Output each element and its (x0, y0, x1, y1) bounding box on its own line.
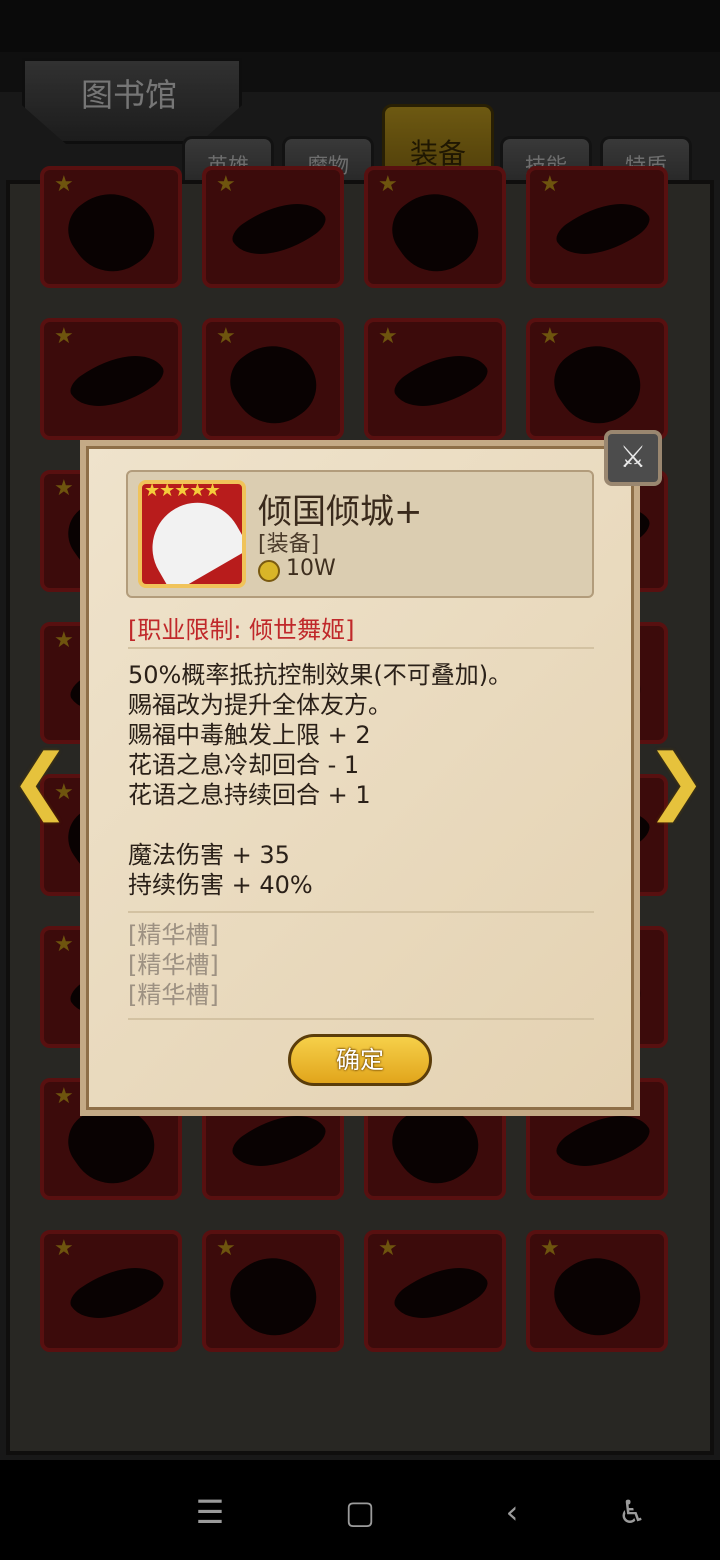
next-arrow-icon[interactable]: ❯ (646, 744, 706, 816)
essence-slot: [精华槽] (128, 921, 219, 949)
stat-line: 持续伤害 + 40% (128, 871, 313, 899)
effect-line: 赐福改为提升全体友方。 (128, 691, 392, 719)
coin-icon (258, 560, 280, 582)
confirm-button[interactable]: 确定 (288, 1034, 432, 1086)
prev-arrow-icon[interactable]: ❮ (10, 744, 70, 816)
back-icon[interactable]: ‹ (492, 1492, 532, 1532)
close-button[interactable]: ⚔ (604, 430, 662, 486)
stat-line: 魔法伤害 + 35 (128, 841, 290, 869)
item-type: [装备] (258, 532, 320, 557)
effect-line: 花语之息持续回合 + 1 (128, 781, 371, 809)
essence-slot: [精华槽] (128, 951, 219, 979)
effect-line: 50%概率抵抗控制效果(不可叠加)。 (128, 661, 513, 689)
item-description: 50%概率抵抗控制效果(不可叠加)。 赐福改为提升全体友方。 赐福中毒触发上限 … (128, 660, 512, 900)
effect-line: 赐福中毒触发上限 + 2 (128, 721, 371, 749)
divider (128, 647, 594, 649)
divider (128, 911, 594, 913)
item-price: 10W (286, 556, 336, 581)
essence-slots: [精华槽] [精华槽] [精华槽] (128, 920, 219, 1010)
item-star-rating: ★★★★★ (144, 480, 221, 501)
class-restriction: [职业限制: 倾世舞姬] (128, 616, 355, 644)
essence-slot: [精华槽] (128, 981, 219, 1009)
status-bar (0, 0, 720, 52)
close-swords-icon: ⚔ (619, 440, 647, 475)
divider (128, 1018, 594, 1020)
accessibility-icon[interactable]: ♿ (612, 1492, 652, 1532)
effect-line: 花语之息冷却回合 - 1 (128, 751, 360, 779)
menu-icon[interactable]: ☰ (190, 1492, 230, 1532)
home-icon[interactable]: ▢ (340, 1492, 380, 1532)
